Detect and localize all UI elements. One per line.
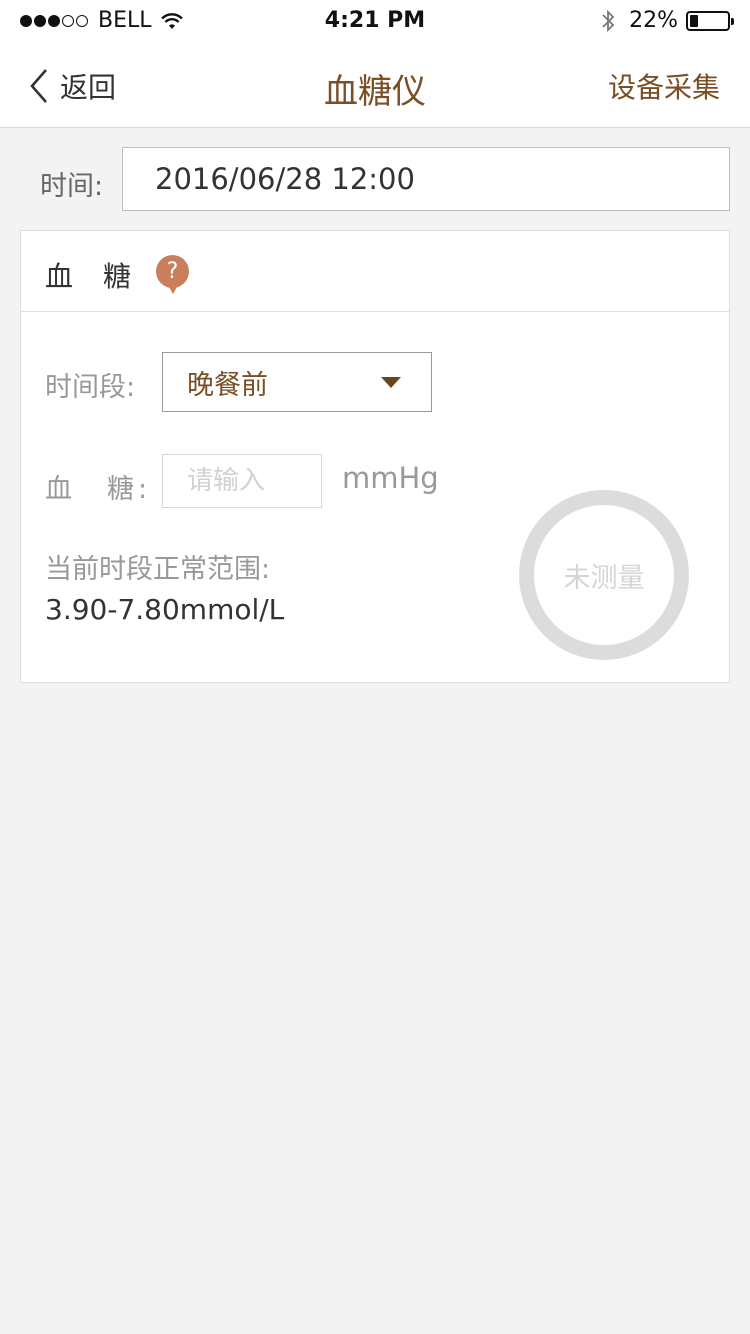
- glucose-label: 血 糖:: [45, 474, 152, 505]
- status-bar: BELL 4:21 PM 22%: [0, 0, 750, 42]
- measurement-status-ring: 未测量: [519, 490, 689, 660]
- card-title: 血糖: [45, 260, 162, 293]
- time-row: 时间: 2016/06/28 12:00: [0, 128, 750, 230]
- normal-range-label: 当前时段正常范围:: [45, 554, 271, 585]
- help-icon[interactable]: ?: [156, 255, 189, 294]
- period-selected-value: 晚餐前: [187, 369, 268, 401]
- period-label: 时间段:: [45, 372, 136, 403]
- device-collect-button[interactable]: 设备采集: [608, 66, 720, 106]
- measurement-status-text: 未测量: [563, 562, 645, 594]
- battery-fill: [690, 14, 698, 27]
- status-right: 22%: [601, 8, 734, 33]
- battery-percent: 22%: [629, 8, 678, 33]
- glucose-card: 血糖 ? 时间段: 晚餐前 血 糖: mmHg 当前时段正常范围: 3.90-7…: [20, 230, 730, 683]
- battery-icon: [686, 10, 734, 31]
- time-field[interactable]: 2016/06/28 12:00: [122, 147, 730, 211]
- caret-down-icon: [381, 377, 401, 388]
- bluetooth-icon: [602, 9, 615, 32]
- navigation-bar: 返回 血糖仪 设备采集: [0, 42, 750, 128]
- card-header: 血糖 ?: [21, 231, 729, 312]
- glucose-input[interactable]: [162, 454, 322, 508]
- time-label: 时间:: [40, 171, 104, 202]
- normal-range-value: 3.90-7.80mmol/L: [45, 593, 285, 626]
- period-dropdown[interactable]: 晚餐前: [162, 352, 432, 412]
- unit-label: mmHg: [342, 461, 439, 495]
